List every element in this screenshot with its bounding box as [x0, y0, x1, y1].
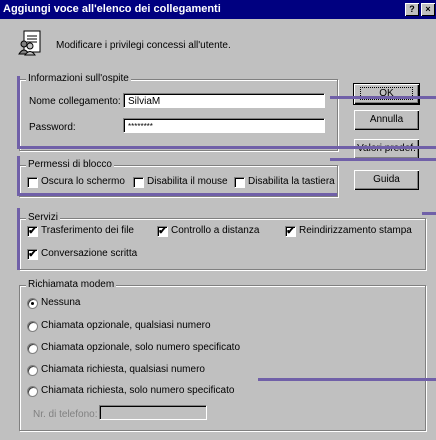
callback-none-label[interactable]: Nessuna: [41, 297, 80, 308]
close-button[interactable]: ×: [421, 3, 435, 16]
callback-optional-any-radio[interactable]: [27, 321, 38, 332]
callout-bracket-block-bottom: [17, 193, 337, 196]
callback-optional-specified-label[interactable]: Chiamata opzionale, solo numero specific…: [41, 342, 240, 353]
header-description: Modificare i privilegi concessi all'uten…: [56, 40, 231, 51]
callback-optional-specified-radio[interactable]: [27, 343, 38, 354]
callback-required-any-label[interactable]: Chiamata richiesta, qualsiasi numero: [41, 364, 205, 375]
callout-bracket-block-left: [17, 156, 20, 196]
callout-line-guest: [330, 96, 436, 99]
callback-required-any-radio[interactable]: [27, 365, 38, 376]
name-label: Nome collegamento:: [29, 96, 121, 107]
services-legend: Servizi: [26, 212, 61, 223]
callback-none-radio[interactable]: [27, 298, 38, 309]
dialog-window: Aggiungi voce all'elenco dei collegament…: [0, 0, 436, 440]
callout-bracket-guest-left: [17, 76, 20, 148]
disable-keyboard-label[interactable]: Disabilita la tastiera: [248, 176, 335, 187]
blank-screen-label[interactable]: Oscura lo schermo: [41, 176, 125, 187]
callout-line-services: [422, 212, 436, 215]
callback-required-specified-radio[interactable]: [27, 386, 38, 397]
phone-field[interactable]: [99, 405, 207, 420]
defaults-button[interactable]: Valori predef.: [354, 139, 419, 159]
callout-bracket-services-left: [17, 208, 20, 270]
blank-screen-checkbox[interactable]: [27, 177, 38, 188]
print-redirection-checkbox[interactable]: ✔: [285, 226, 296, 237]
callout-line-block: [330, 158, 436, 161]
help-title-button[interactable]: ?: [405, 3, 419, 16]
chat-checkbox[interactable]: ✔: [27, 249, 38, 260]
chat-label[interactable]: Conversazione scritta: [41, 248, 137, 259]
password-field[interactable]: ********: [123, 118, 325, 133]
file-transfer-label[interactable]: Trasferimento dei file: [41, 225, 134, 236]
users-icon: [18, 29, 45, 56]
disable-mouse-label[interactable]: Disabilita il mouse: [147, 176, 228, 187]
file-transfer-checkbox[interactable]: ✔: [27, 226, 38, 237]
password-label: Password:: [29, 122, 76, 133]
disable-mouse-checkbox[interactable]: [133, 177, 144, 188]
window-title: Aggiungi voce all'elenco dei collegament…: [3, 3, 221, 15]
callback-optional-any-label[interactable]: Chiamata opzionale, qualsiasi numero: [41, 320, 211, 331]
callback-required-specified-label[interactable]: Chiamata richiesta, solo numero specific…: [41, 385, 234, 396]
callout-line-modem: [258, 378, 436, 381]
ok-button[interactable]: OK: [353, 83, 420, 105]
modem-callback-legend: Richiamata modem: [26, 279, 117, 290]
print-redirection-label[interactable]: Reindirizzamento stampa: [299, 225, 412, 236]
help-button[interactable]: Guida: [354, 170, 419, 190]
block-permissions-legend: Permessi di blocco: [26, 159, 114, 170]
callout-bracket-guest-bottom: [17, 146, 436, 149]
remote-control-checkbox[interactable]: ✔: [157, 226, 168, 237]
guest-info-group: [19, 79, 338, 151]
disable-keyboard-checkbox[interactable]: [234, 177, 245, 188]
cancel-button[interactable]: Annulla: [354, 110, 419, 130]
title-bar[interactable]: Aggiungi voce all'elenco dei collegament…: [0, 0, 436, 19]
phone-label: Nr. di telefono:: [33, 409, 98, 420]
remote-control-label[interactable]: Controllo a distanza: [171, 225, 259, 236]
name-field[interactable]: SilviaM: [123, 93, 325, 108]
guest-info-legend: Informazioni sull'ospite: [26, 73, 131, 84]
